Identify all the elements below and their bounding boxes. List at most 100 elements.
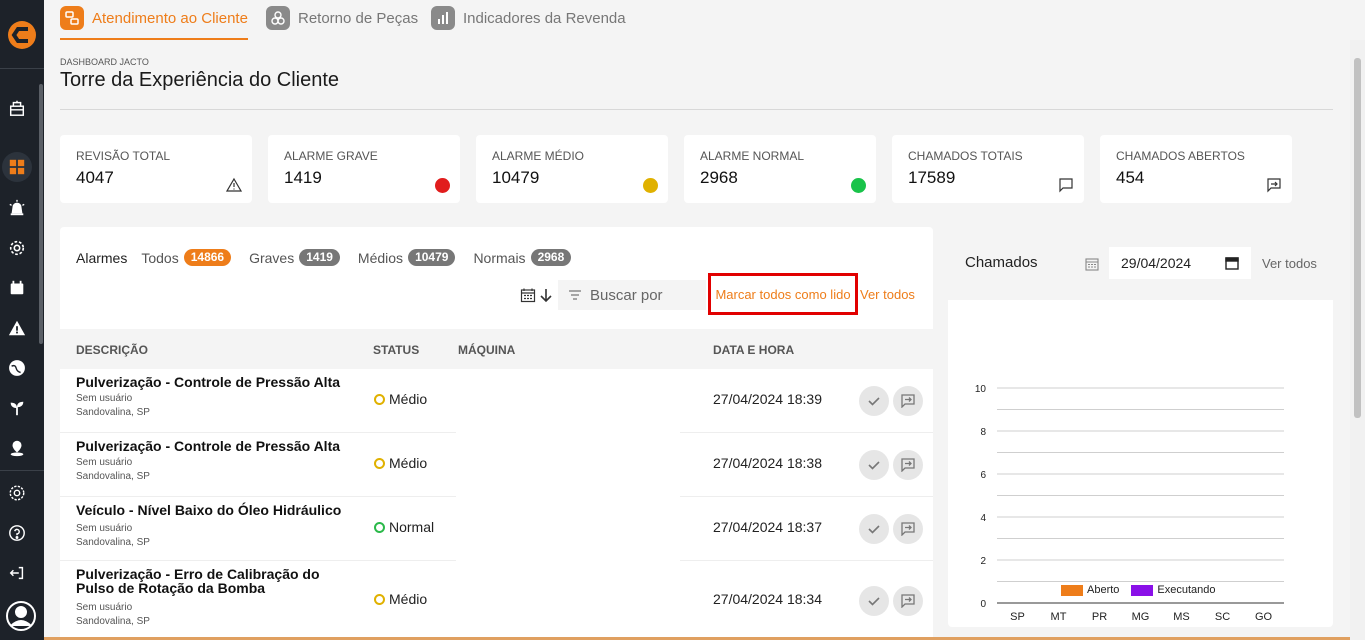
tab-indicadores[interactable]: Indicadores da Revenda (431, 6, 626, 40)
sidebar-divider (0, 470, 44, 471)
top-nav: Atendimento ao Cliente Retorno de Peças … (44, 0, 1365, 40)
warning-icon (226, 177, 242, 192)
legend-swatch (1131, 584, 1154, 596)
status-ring-icon (374, 393, 385, 405)
search-placeholder: Buscar por (590, 286, 663, 304)
filter-medios[interactable]: Médios 10479 (358, 249, 456, 266)
calendar-picker-icon[interactable] (1225, 256, 1239, 270)
alarm-user: Sem usuário (76, 393, 133, 404)
status-badge: Médio (374, 455, 427, 471)
acknowledge-button[interactable] (859, 386, 889, 416)
alarm-user: Sem usuário (76, 602, 133, 613)
table-row[interactable]: Veículo - Nível Baixo do Óleo Hidráulico… (60, 497, 933, 561)
tab-atendimento[interactable]: Atendimento ao Cliente (60, 6, 248, 40)
table-row[interactable]: Pulverização - Erro de Calibração do Pul… (60, 561, 933, 640)
plant-icon[interactable] (7, 398, 27, 418)
card-chamados-totais: CHAMADOS TOTAIS 17589 (892, 135, 1084, 203)
status-ring-icon (374, 457, 385, 469)
table-row[interactable]: Pulverização - Controle de Pressão Alta … (60, 369, 933, 433)
status-ring-icon (374, 521, 385, 533)
card-label: ALARME MÉDIO (492, 149, 585, 163)
mark-all-read-button[interactable]: Marcar todos como lido (708, 273, 858, 315)
card-alarme-grave: ALARME GRAVE 1419 (268, 135, 460, 203)
column-header: STATUS (373, 343, 420, 357)
check-icon (868, 461, 880, 470)
status-label: Médio (389, 455, 428, 471)
scrollbar-thumb[interactable] (1354, 58, 1361, 418)
warning-icon[interactable] (7, 318, 27, 338)
see-all-alarms-link[interactable]: Ver todos (860, 287, 915, 302)
filter-label: Graves (249, 249, 295, 266)
x-tick-label: MG (1132, 611, 1150, 623)
status-label: Médio (389, 591, 428, 607)
settings-icon[interactable] (7, 483, 27, 503)
y-tick-label: 4 (980, 513, 986, 524)
open-ticket-icon (901, 394, 915, 408)
column-header: MÁQUINA (458, 343, 516, 357)
legend-swatch (1061, 584, 1083, 596)
open-ticket-button[interactable] (893, 386, 923, 416)
page-scrollbar[interactable] (1350, 40, 1365, 640)
filter-count: 1419 (299, 249, 340, 266)
y-tick-label: 2 (980, 556, 986, 567)
sidebar-scrollbar[interactable] (39, 84, 43, 344)
logout-icon[interactable] (7, 563, 27, 583)
y-tick-label: 6 (980, 470, 986, 481)
search-input[interactable]: Buscar por (558, 280, 706, 310)
open-ticket-button[interactable] (893, 514, 923, 544)
tab-retorno[interactable]: Retorno de Peças (266, 6, 418, 40)
x-tick-label: GO (1255, 611, 1273, 623)
legend-item-executando[interactable]: Executando (1131, 584, 1216, 596)
jacto-logo[interactable] (6, 19, 38, 51)
filter-todos[interactable]: Todos 14866 (141, 249, 232, 266)
sidebar-divider (0, 68, 44, 69)
date-value: 29/04/2024 (1121, 255, 1192, 271)
alarm-location: Sandovalina, SP (76, 407, 150, 418)
acknowledge-button[interactable] (859, 586, 889, 616)
column-header: DESCRIÇÃO (76, 343, 149, 357)
tab-label: Indicadores da Revenda (463, 10, 626, 27)
card-alarme-normal: ALARME NORMAL 2968 (684, 135, 876, 203)
acknowledge-button[interactable] (859, 450, 889, 480)
page-title: Torre da Experiência do Cliente (60, 69, 340, 91)
location-icon[interactable] (7, 438, 27, 458)
header-divider (60, 109, 1333, 110)
chamados-chart: 0 2 4 6 8 10 SP MT PR MG MS SC GO (975, 384, 1284, 623)
status-label: Normal (389, 519, 435, 535)
check-icon (868, 525, 880, 534)
card-value: 454 (1116, 168, 1145, 187)
sidebar (0, 0, 44, 640)
severity-dot-green (851, 178, 866, 193)
customer-service-icon (60, 6, 84, 30)
card-value: 10479 (492, 168, 540, 187)
calendar-icon[interactable] (7, 278, 27, 298)
x-tick-label: SP (1010, 611, 1025, 623)
severity-dot-red (435, 178, 450, 193)
legend-item-aberto[interactable]: Aberto (1061, 584, 1119, 596)
filter-normais[interactable]: Normais 2968 (473, 249, 572, 266)
filter-graves[interactable]: Graves 1419 (249, 249, 340, 266)
help-icon[interactable] (7, 523, 27, 543)
dashboard-icon[interactable] (2, 152, 32, 182)
filter-label: Normais (473, 249, 526, 266)
open-ticket-button[interactable] (893, 586, 923, 616)
open-ticket-button[interactable] (893, 450, 923, 480)
tower-icon[interactable] (7, 98, 27, 118)
avatar-icon[interactable] (5, 600, 37, 632)
alarms-panel: Alarmes Todos 14866 Graves 1419 Médios 1… (60, 227, 933, 640)
status-badge: Médio (374, 591, 427, 607)
globe-icon[interactable] (7, 358, 27, 378)
table-row[interactable]: Pulverização - Controle de Pressão Alta … (60, 433, 933, 497)
card-label: CHAMADOS TOTAIS (908, 149, 1023, 163)
gear-service-icon[interactable] (7, 238, 27, 258)
x-tick-label: PR (1092, 611, 1107, 623)
sort-by-date-button[interactable] (520, 284, 554, 306)
y-tick-label: 8 (980, 427, 986, 438)
alarm-icon[interactable] (7, 198, 27, 218)
alarm-title: Pulverização - Controle de Pressão Alta (76, 438, 341, 454)
see-all-chamados-link[interactable]: Ver todos (1262, 256, 1317, 271)
parts-icon (266, 6, 290, 30)
y-tick-label: 10 (975, 384, 987, 395)
acknowledge-button[interactable] (859, 514, 889, 544)
date-input[interactable]: 29/04/2024 (1109, 247, 1251, 279)
